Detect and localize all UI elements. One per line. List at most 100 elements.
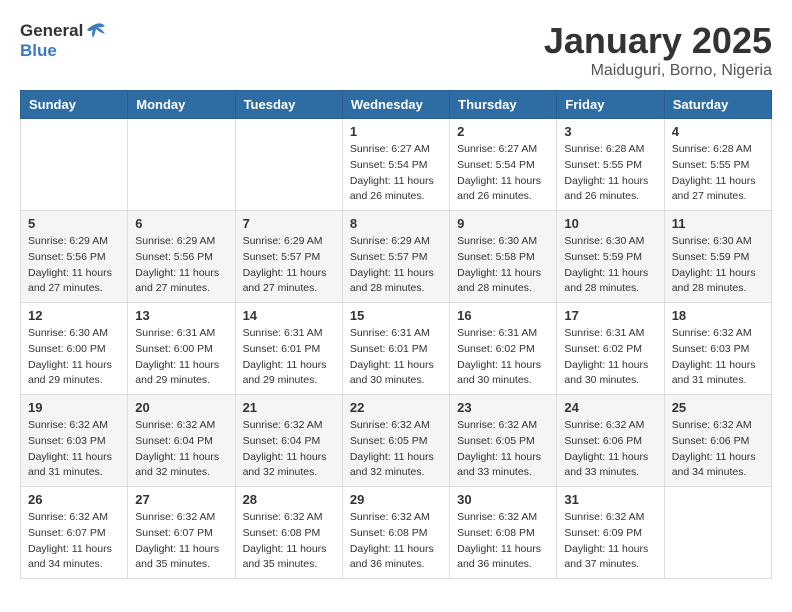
day-number: 19 [28, 400, 120, 415]
day-number: 10 [564, 216, 656, 231]
day-info: Sunrise: 6:29 AM Sunset: 5:56 PM Dayligh… [28, 234, 120, 297]
calendar-cell [664, 487, 771, 579]
weekday-header-monday: Monday [128, 91, 235, 119]
day-number: 18 [672, 308, 764, 323]
day-number: 12 [28, 308, 120, 323]
title-area: January 2025 Maiduguri, Borno, Nigeria [544, 20, 772, 80]
day-info: Sunrise: 6:28 AM Sunset: 5:55 PM Dayligh… [672, 142, 764, 205]
day-number: 14 [243, 308, 335, 323]
day-info: Sunrise: 6:27 AM Sunset: 5:54 PM Dayligh… [350, 142, 442, 205]
weekday-header-wednesday: Wednesday [342, 91, 449, 119]
day-number: 21 [243, 400, 335, 415]
day-info: Sunrise: 6:31 AM Sunset: 6:02 PM Dayligh… [457, 326, 549, 389]
day-number: 31 [564, 492, 656, 507]
calendar-cell: 17Sunrise: 6:31 AM Sunset: 6:02 PM Dayli… [557, 303, 664, 395]
calendar-week-row-4: 19 Sunrise: 6:32 AM Sunset: 6:03 PM Dayli… [21, 395, 772, 487]
weekday-header-saturday: Saturday [664, 91, 771, 119]
day-info: Sunrise: 6:32 AM Sunset: 6:03 PM Dayligh… [28, 418, 120, 481]
calendar-cell: 20Sunrise: 6:32 AM Sunset: 6:04 PM Dayli… [128, 395, 235, 487]
day-number: 1 [350, 124, 442, 139]
calendar-cell: 25Sunrise: 6:32 AM Sunset: 6:06 PM Dayli… [664, 395, 771, 487]
calendar-cell: 19 Sunrise: 6:32 AM Sunset: 6:03 PM Dayli… [21, 395, 128, 487]
day-number: 8 [350, 216, 442, 231]
day-info: Sunrise: 6:30 AM Sunset: 6:00 PM Dayligh… [28, 326, 120, 389]
calendar-cell: 16 Sunrise: 6:31 AM Sunset: 6:02 PM Dayli… [450, 303, 557, 395]
day-number: 4 [672, 124, 764, 139]
month-title: January 2025 [544, 20, 772, 62]
day-info: Sunrise: 6:31 AM Sunset: 6:01 PM Dayligh… [350, 326, 442, 389]
day-info: Sunrise: 6:27 AM Sunset: 5:54 PM Dayligh… [457, 142, 549, 205]
day-info: Sunrise: 6:32 AM Sunset: 6:05 PM Dayligh… [350, 418, 442, 481]
logo-general: General [20, 22, 83, 41]
day-info: Sunrise: 6:28 AM Sunset: 5:55 PM Dayligh… [564, 142, 656, 205]
day-info: Sunrise: 6:32 AM Sunset: 6:04 PM Dayligh… [135, 418, 227, 481]
day-info: Sunrise: 6:32 AM Sunset: 6:06 PM Dayligh… [564, 418, 656, 481]
calendar-cell: 31 Sunrise: 6:32 AM Sunset: 6:09 PM Dayli… [557, 487, 664, 579]
day-info: Sunrise: 6:32 AM Sunset: 6:08 PM Dayligh… [457, 510, 549, 573]
weekday-header-thursday: Thursday [450, 91, 557, 119]
day-info: Sunrise: 6:30 AM Sunset: 5:58 PM Dayligh… [457, 234, 549, 297]
calendar-cell: 13 Sunrise: 6:31 AM Sunset: 6:00 PM Dayli… [128, 303, 235, 395]
day-number: 27 [135, 492, 227, 507]
weekday-header-sunday: Sunday [21, 91, 128, 119]
calendar-cell: 29Sunrise: 6:32 AM Sunset: 6:08 PM Dayli… [342, 487, 449, 579]
day-info: Sunrise: 6:32 AM Sunset: 6:07 PM Dayligh… [135, 510, 227, 573]
calendar-cell: 15Sunrise: 6:31 AM Sunset: 6:01 PM Dayli… [342, 303, 449, 395]
calendar-cell: 2 Sunrise: 6:27 AM Sunset: 5:54 PM Daylig… [450, 119, 557, 211]
day-number: 5 [28, 216, 120, 231]
day-info: Sunrise: 6:29 AM Sunset: 5:56 PM Dayligh… [135, 234, 227, 297]
calendar-cell: 30 Sunrise: 6:32 AM Sunset: 6:08 PM Dayli… [450, 487, 557, 579]
calendar-cell: 7Sunrise: 6:29 AM Sunset: 5:57 PM Daylig… [235, 211, 342, 303]
day-info: Sunrise: 6:31 AM Sunset: 6:00 PM Dayligh… [135, 326, 227, 389]
calendar-cell: 4 Sunrise: 6:28 AM Sunset: 5:55 PM Daylig… [664, 119, 771, 211]
calendar-table: SundayMondayTuesdayWednesdayThursdayFrid… [20, 90, 772, 579]
day-number: 17 [564, 308, 656, 323]
header: General Blue January 2025 Maiduguri, Bor… [20, 20, 772, 80]
day-number: 13 [135, 308, 227, 323]
day-number: 7 [243, 216, 335, 231]
calendar-cell: 14 Sunrise: 6:31 AM Sunset: 6:01 PM Dayli… [235, 303, 342, 395]
day-info: Sunrise: 6:32 AM Sunset: 6:04 PM Dayligh… [243, 418, 335, 481]
calendar-cell [21, 119, 128, 211]
calendar-cell: 26 Sunrise: 6:32 AM Sunset: 6:07 PM Dayli… [21, 487, 128, 579]
calendar-cell [128, 119, 235, 211]
calendar-week-row-1: 1 Sunrise: 6:27 AM Sunset: 5:54 PM Daylig… [21, 119, 772, 211]
calendar-cell: 10 Sunrise: 6:30 AM Sunset: 5:59 PM Dayli… [557, 211, 664, 303]
day-info: Sunrise: 6:32 AM Sunset: 6:05 PM Dayligh… [457, 418, 549, 481]
day-number: 16 [457, 308, 549, 323]
weekday-header-row: SundayMondayTuesdayWednesdayThursdayFrid… [21, 91, 772, 119]
day-number: 22 [350, 400, 442, 415]
day-info: Sunrise: 6:31 AM Sunset: 6:01 PM Dayligh… [243, 326, 335, 389]
location-title: Maiduguri, Borno, Nigeria [544, 62, 772, 80]
day-info: Sunrise: 6:32 AM Sunset: 6:03 PM Dayligh… [672, 326, 764, 389]
calendar-week-row-5: 26 Sunrise: 6:32 AM Sunset: 6:07 PM Dayli… [21, 487, 772, 579]
calendar-cell [235, 119, 342, 211]
weekday-header-friday: Friday [557, 91, 664, 119]
day-number: 2 [457, 124, 549, 139]
day-info: Sunrise: 6:30 AM Sunset: 5:59 PM Dayligh… [564, 234, 656, 297]
day-number: 30 [457, 492, 549, 507]
calendar-cell: 22 Sunrise: 6:32 AM Sunset: 6:05 PM Dayli… [342, 395, 449, 487]
day-number: 24 [564, 400, 656, 415]
calendar-cell: 24 Sunrise: 6:32 AM Sunset: 6:06 PM Dayli… [557, 395, 664, 487]
day-info: Sunrise: 6:32 AM Sunset: 6:06 PM Dayligh… [672, 418, 764, 481]
day-number: 9 [457, 216, 549, 231]
logo: General Blue [20, 20, 107, 61]
calendar-cell: 5 Sunrise: 6:29 AM Sunset: 5:56 PM Daylig… [21, 211, 128, 303]
calendar-cell: 11Sunrise: 6:30 AM Sunset: 5:59 PM Dayli… [664, 211, 771, 303]
day-info: Sunrise: 6:32 AM Sunset: 6:08 PM Dayligh… [243, 510, 335, 573]
day-info: Sunrise: 6:32 AM Sunset: 6:09 PM Dayligh… [564, 510, 656, 573]
calendar-cell: 9 Sunrise: 6:30 AM Sunset: 5:58 PM Daylig… [450, 211, 557, 303]
day-number: 26 [28, 492, 120, 507]
weekday-header-tuesday: Tuesday [235, 91, 342, 119]
day-number: 28 [243, 492, 335, 507]
calendar-cell: 27 Sunrise: 6:32 AM Sunset: 6:07 PM Dayli… [128, 487, 235, 579]
day-info: Sunrise: 6:29 AM Sunset: 5:57 PM Dayligh… [350, 234, 442, 297]
day-info: Sunrise: 6:32 AM Sunset: 6:07 PM Dayligh… [28, 510, 120, 573]
calendar-cell: 28 Sunrise: 6:32 AM Sunset: 6:08 PM Dayli… [235, 487, 342, 579]
day-info: Sunrise: 6:30 AM Sunset: 5:59 PM Dayligh… [672, 234, 764, 297]
calendar-cell: 6Sunrise: 6:29 AM Sunset: 5:56 PM Daylig… [128, 211, 235, 303]
day-number: 3 [564, 124, 656, 139]
calendar-cell: 3 Sunrise: 6:28 AM Sunset: 5:55 PM Daylig… [557, 119, 664, 211]
calendar-cell: 23Sunrise: 6:32 AM Sunset: 6:05 PM Dayli… [450, 395, 557, 487]
